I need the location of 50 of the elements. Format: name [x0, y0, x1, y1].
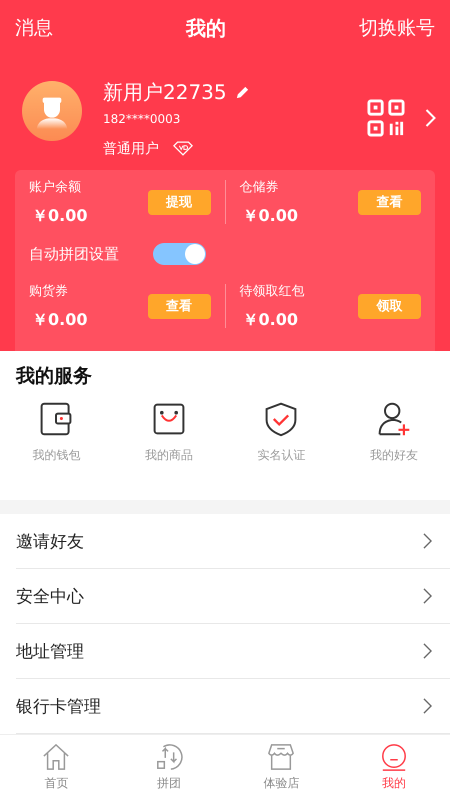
tab-item[interactable]: 首页	[0, 735, 112, 800]
wallet-icon[interactable]	[38, 400, 74, 437]
menu-item[interactable]: 地址管理	[16, 624, 450, 680]
tab-item[interactable]: 体验店	[225, 735, 338, 800]
chevron-right-icon	[423, 698, 432, 714]
home-icon	[42, 743, 70, 772]
page-title: 我的	[186, 14, 226, 42]
balance-label: 购货券	[29, 282, 69, 300]
phone-number: 182****0003	[103, 112, 182, 126]
diamond-badge-icon	[173, 141, 193, 156]
user-name: 新用户22735	[103, 78, 227, 106]
chevron-right-icon	[423, 643, 432, 660]
tab-item[interactable]: 我的	[338, 735, 450, 800]
action-button[interactable]: 领取	[358, 294, 421, 318]
chevron-right-icon[interactable]	[425, 109, 436, 127]
balance-amount: ￥0.00	[242, 310, 299, 330]
balance-amount: ￥0.00	[242, 206, 298, 226]
service-label[interactable]: 我的好友	[370, 446, 418, 464]
messages-link[interactable]: 消息	[15, 15, 53, 41]
qr-code-icon[interactable]	[367, 99, 405, 137]
add-user-icon[interactable]	[376, 400, 412, 437]
toggle-label: 自动拼团设置	[29, 244, 119, 264]
chevron-right-icon	[423, 588, 432, 604]
shield-check-icon[interactable]	[263, 400, 300, 437]
profile-circle-icon	[380, 743, 408, 772]
switch-account-link[interactable]: 切换账号	[359, 15, 435, 41]
menu-item[interactable]: 邀请好友	[16, 514, 450, 570]
avatar-icon[interactable]	[22, 81, 82, 141]
section-title: 我的服务	[16, 364, 92, 387]
store-icon	[267, 743, 296, 772]
auto-group-toggle[interactable]	[153, 243, 206, 265]
service-label[interactable]: 实名认证	[257, 446, 306, 464]
chevron-right-icon	[423, 533, 432, 550]
circle-arrows-icon	[154, 743, 183, 772]
pencil-icon[interactable]	[234, 84, 250, 100]
action-button[interactable]: 提现	[148, 190, 210, 214]
service-label[interactable]: 我的商品	[144, 446, 193, 464]
service-label[interactable]: 我的钱包	[32, 446, 80, 464]
action-button[interactable]: 查看	[358, 190, 421, 214]
menu-item[interactable]: 安全中心	[16, 569, 450, 624]
menu-item[interactable]: 银行卡管理	[16, 679, 450, 734]
balance-amount: ￥0.00	[32, 206, 88, 226]
tab-item[interactable]: 拼团	[112, 735, 225, 800]
action-button[interactable]: 查看	[148, 294, 210, 318]
balance-label: 仓储券	[240, 178, 280, 196]
balance-label: 待领取红包	[240, 282, 304, 300]
balance-amount: ￥0.00	[32, 310, 88, 330]
balance-label: 账户余额	[29, 178, 82, 196]
user-level: 普通用户	[103, 140, 159, 158]
smile-bag-icon[interactable]	[150, 400, 187, 437]
